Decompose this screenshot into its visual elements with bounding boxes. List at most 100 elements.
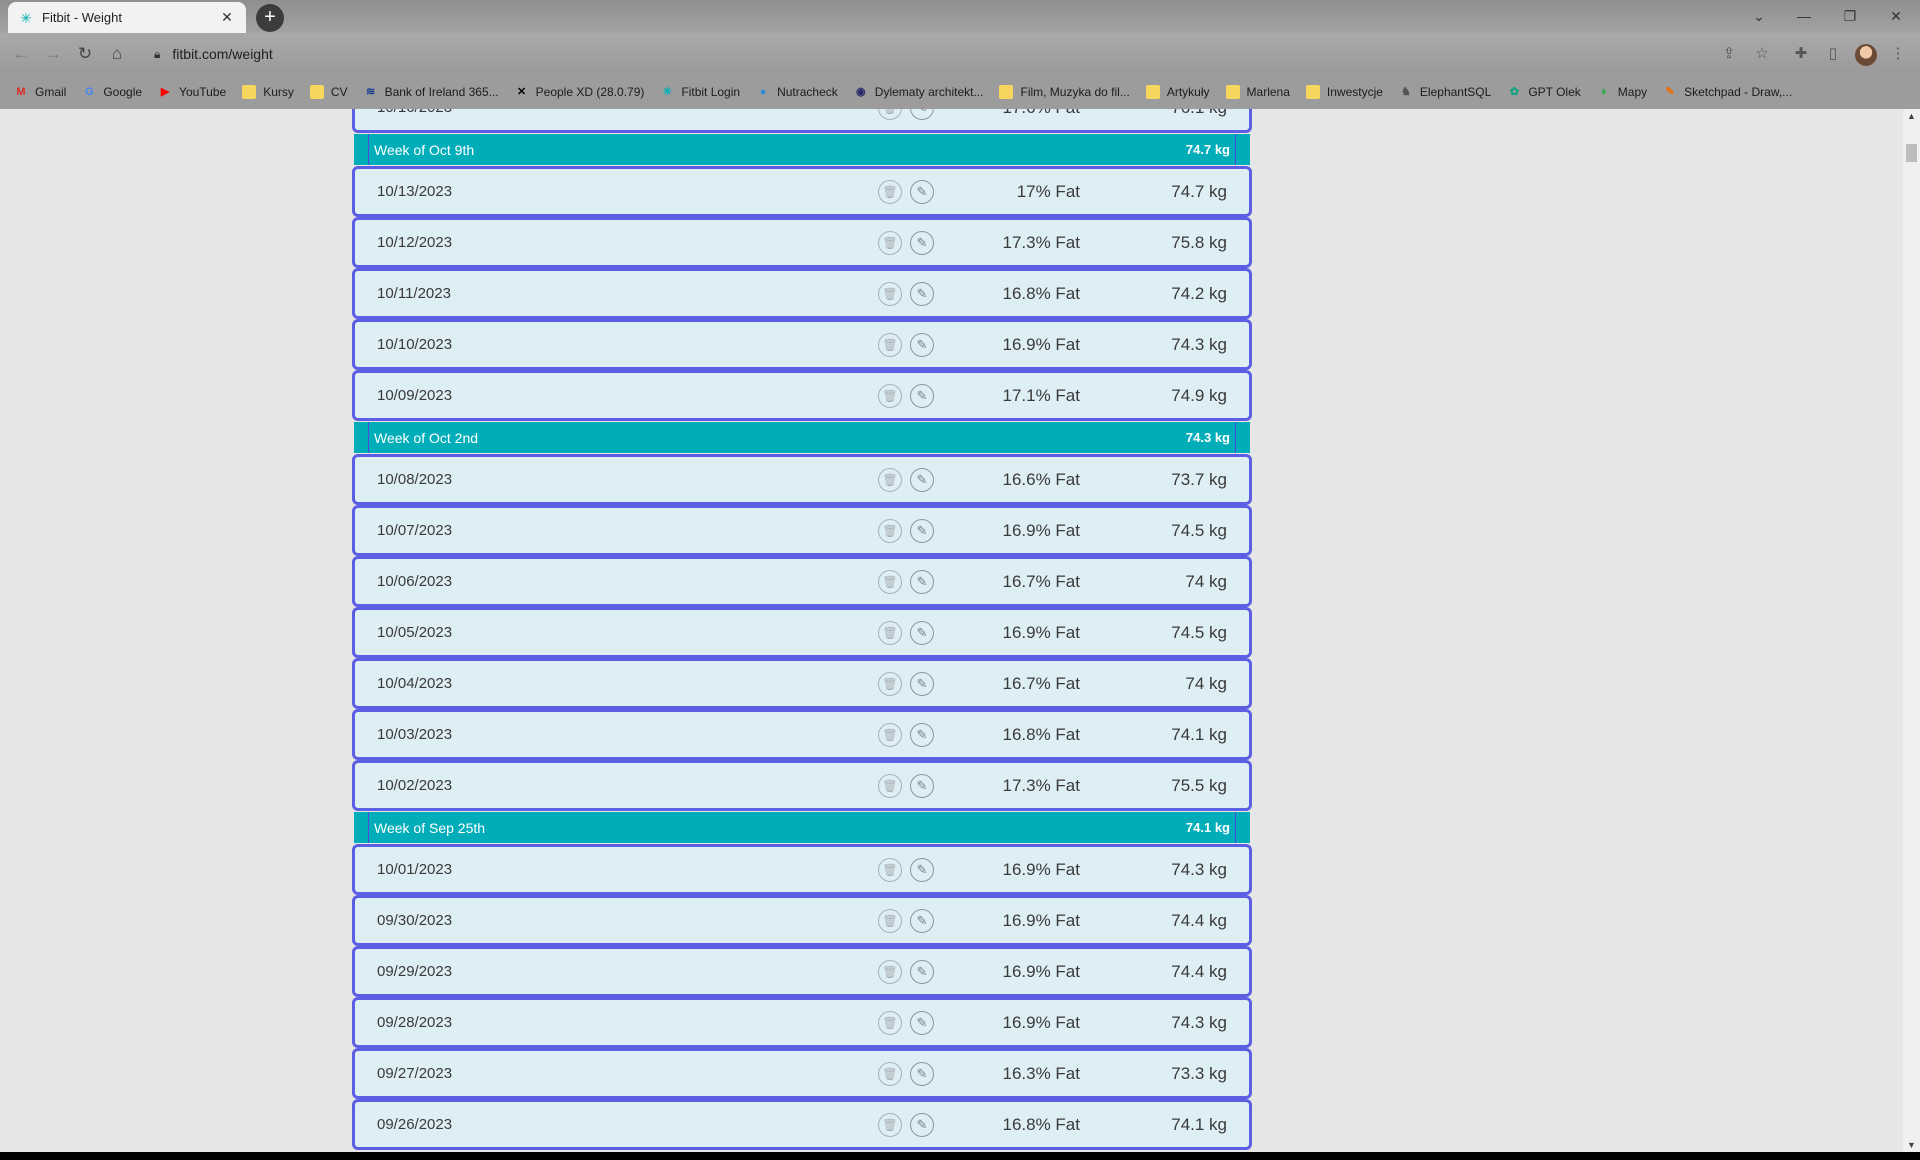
- bookmark-item[interactable]: ▶ YouTube: [158, 85, 226, 99]
- restore-button[interactable]: ❐: [1830, 4, 1870, 28]
- bookmark-item[interactable]: Inwestycje: [1305, 85, 1383, 99]
- trash-icon[interactable]: 🗑︎: [878, 570, 902, 594]
- pencil-icon[interactable]: ✎: [910, 333, 934, 357]
- bookmark-item[interactable]: G Google: [82, 85, 142, 99]
- trash-icon[interactable]: 🗑︎: [878, 858, 902, 882]
- bookmark-item[interactable]: Kursy: [242, 85, 294, 99]
- home-button[interactable]: ⌂: [104, 41, 130, 67]
- pencil-icon[interactable]: ✎: [910, 909, 934, 933]
- back-button[interactable]: ←: [8, 41, 34, 67]
- pencil-icon[interactable]: ✎: [910, 109, 934, 120]
- entry-body-fat: 16.6% Fat: [1002, 469, 1081, 489]
- entry-date: 10/07/2023: [377, 522, 453, 539]
- trash-icon[interactable]: 🗑︎: [878, 723, 902, 747]
- entry-body-fat: 17.1% Fat: [1002, 385, 1081, 405]
- entry-date: 10/05/2023: [377, 624, 453, 641]
- trash-icon[interactable]: 🗑︎: [878, 672, 902, 696]
- trash-icon[interactable]: 🗑︎: [878, 109, 902, 120]
- entry-date: 09/29/2023: [377, 963, 453, 980]
- chevron-down-icon[interactable]: ⌄: [1739, 4, 1779, 28]
- menu-icon[interactable]: ⋮: [1886, 42, 1910, 66]
- bookmark-item[interactable]: ♞ ElephantSQL: [1399, 85, 1491, 99]
- bookmark-label: Kursy: [263, 85, 294, 99]
- entry-body-fat: 16.7% Fat: [1002, 673, 1081, 693]
- bookmark-item[interactable]: CV: [309, 85, 348, 99]
- trash-icon[interactable]: 🗑︎: [878, 468, 902, 492]
- new-tab-button[interactable]: +: [256, 4, 284, 32]
- pencil-icon[interactable]: ✎: [910, 960, 934, 984]
- trash-icon[interactable]: 🗑︎: [878, 1113, 902, 1137]
- pencil-icon[interactable]: ✎: [910, 1011, 934, 1035]
- trash-icon[interactable]: 🗑︎: [878, 333, 902, 357]
- bookmark-item[interactable]: ✎ Sketchpad - Draw,...: [1663, 85, 1793, 99]
- scroll-down-icon[interactable]: ▼: [1907, 1140, 1916, 1150]
- scrollbar[interactable]: ▲ ▼: [1903, 109, 1920, 1152]
- trash-icon[interactable]: 🗑︎: [878, 384, 902, 408]
- pencil-icon[interactable]: ✎: [910, 723, 934, 747]
- entry-body-fat: 17.3% Fat: [1002, 232, 1081, 252]
- pencil-icon[interactable]: ✎: [910, 519, 934, 543]
- bookmark-item[interactable]: ◉ Dylematy architekt...: [854, 85, 984, 99]
- trash-icon[interactable]: 🗑︎: [878, 231, 902, 255]
- pencil-icon[interactable]: ✎: [910, 180, 934, 204]
- trash-icon[interactable]: 🗑︎: [878, 909, 902, 933]
- bookmark-label: Inwestycje: [1326, 85, 1383, 99]
- entry-body-fat: 17.3% Fat: [1002, 775, 1081, 795]
- scroll-thumb[interactable]: [1906, 144, 1917, 162]
- bookmark-item[interactable]: ✕ People XD (28.0.79): [515, 85, 644, 99]
- trash-icon[interactable]: 🗑︎: [878, 621, 902, 645]
- browser-toolbar: ← → ↻ ⌂ 🔒︎ fitbit.com/weight ⇪ ☆ ✚ ▯ ⋮: [0, 33, 1920, 75]
- side-panel-icon[interactable]: ▯: [1821, 42, 1845, 66]
- bookmark-item[interactable]: Artykuły: [1145, 85, 1210, 99]
- tab-title: Fitbit - Weight: [42, 10, 122, 25]
- trash-icon[interactable]: 🗑︎: [878, 960, 902, 984]
- trash-icon[interactable]: 🗑︎: [878, 1011, 902, 1035]
- entry-date: 10/02/2023: [377, 777, 453, 794]
- trash-icon[interactable]: 🗑︎: [878, 180, 902, 204]
- share-icon[interactable]: ⇪: [1717, 42, 1741, 66]
- entry-weight: 75.5 kg: [1171, 775, 1227, 795]
- trash-icon[interactable]: 🗑︎: [878, 774, 902, 798]
- pencil-icon[interactable]: ✎: [910, 384, 934, 408]
- bookmark-item[interactable]: Film, Muzyka do fil...: [999, 85, 1130, 99]
- close-window-button[interactable]: ✕: [1876, 4, 1916, 28]
- pencil-icon[interactable]: ✎: [910, 621, 934, 645]
- bookmark-item[interactable]: ♦ Mapy: [1597, 85, 1647, 99]
- bookmark-item[interactable]: M Gmail: [14, 85, 66, 99]
- pencil-icon[interactable]: ✎: [910, 774, 934, 798]
- minimize-button[interactable]: —: [1784, 4, 1824, 28]
- pencil-icon[interactable]: ✎: [910, 1062, 934, 1086]
- tab-fitbit-weight[interactable]: ✳ Fitbit - Weight ✕: [8, 2, 246, 33]
- trash-icon[interactable]: 🗑︎: [878, 282, 902, 306]
- weight-entry-row: 09/28/2023 🗑︎ ✎ 16.9% Fat 74.3 kg: [352, 997, 1252, 1048]
- address-bar[interactable]: 🔒︎ fitbit.com/weight: [148, 39, 1708, 69]
- bookmark-label: Nutracheck: [777, 85, 838, 99]
- pencil-icon[interactable]: ✎: [910, 468, 934, 492]
- pencil-icon[interactable]: ✎: [910, 282, 934, 306]
- bookmark-item[interactable]: ✿ GPT Olek: [1507, 85, 1581, 99]
- trash-icon[interactable]: 🗑︎: [878, 1062, 902, 1086]
- avatar[interactable]: [1855, 44, 1877, 66]
- star-icon[interactable]: ☆: [1750, 42, 1774, 66]
- pencil-icon[interactable]: ✎: [910, 672, 934, 696]
- entry-weight: 74.3 kg: [1171, 334, 1227, 354]
- bookmark-label: Marlena: [1246, 85, 1290, 99]
- trash-icon[interactable]: 🗑︎: [878, 519, 902, 543]
- pencil-icon[interactable]: ✎: [910, 1113, 934, 1137]
- pencil-icon[interactable]: ✎: [910, 858, 934, 882]
- entry-weight: 74.7 kg: [1171, 181, 1227, 201]
- bookmark-item[interactable]: ✳ Fitbit Login: [660, 85, 740, 99]
- bookmark-item[interactable]: ● Nutracheck: [756, 85, 838, 99]
- reload-button[interactable]: ↻: [72, 41, 98, 67]
- pencil-icon[interactable]: ✎: [910, 570, 934, 594]
- extensions-icon[interactable]: ✚: [1789, 42, 1813, 66]
- entry-weight: 74.1 kg: [1171, 1114, 1227, 1134]
- scroll-up-icon[interactable]: ▲: [1907, 111, 1916, 121]
- bookmark-item[interactable]: Marlena: [1225, 85, 1290, 99]
- close-icon[interactable]: ✕: [218, 9, 236, 26]
- bookmark-item[interactable]: ≋ Bank of Ireland 365...: [364, 85, 499, 99]
- weight-entry-row: 10/03/2023 🗑︎ ✎ 16.8% Fat 74.1 kg: [352, 709, 1252, 760]
- week-average: 74.3 kg: [1185, 430, 1230, 445]
- forward-button[interactable]: →: [40, 41, 66, 67]
- pencil-icon[interactable]: ✎: [910, 231, 934, 255]
